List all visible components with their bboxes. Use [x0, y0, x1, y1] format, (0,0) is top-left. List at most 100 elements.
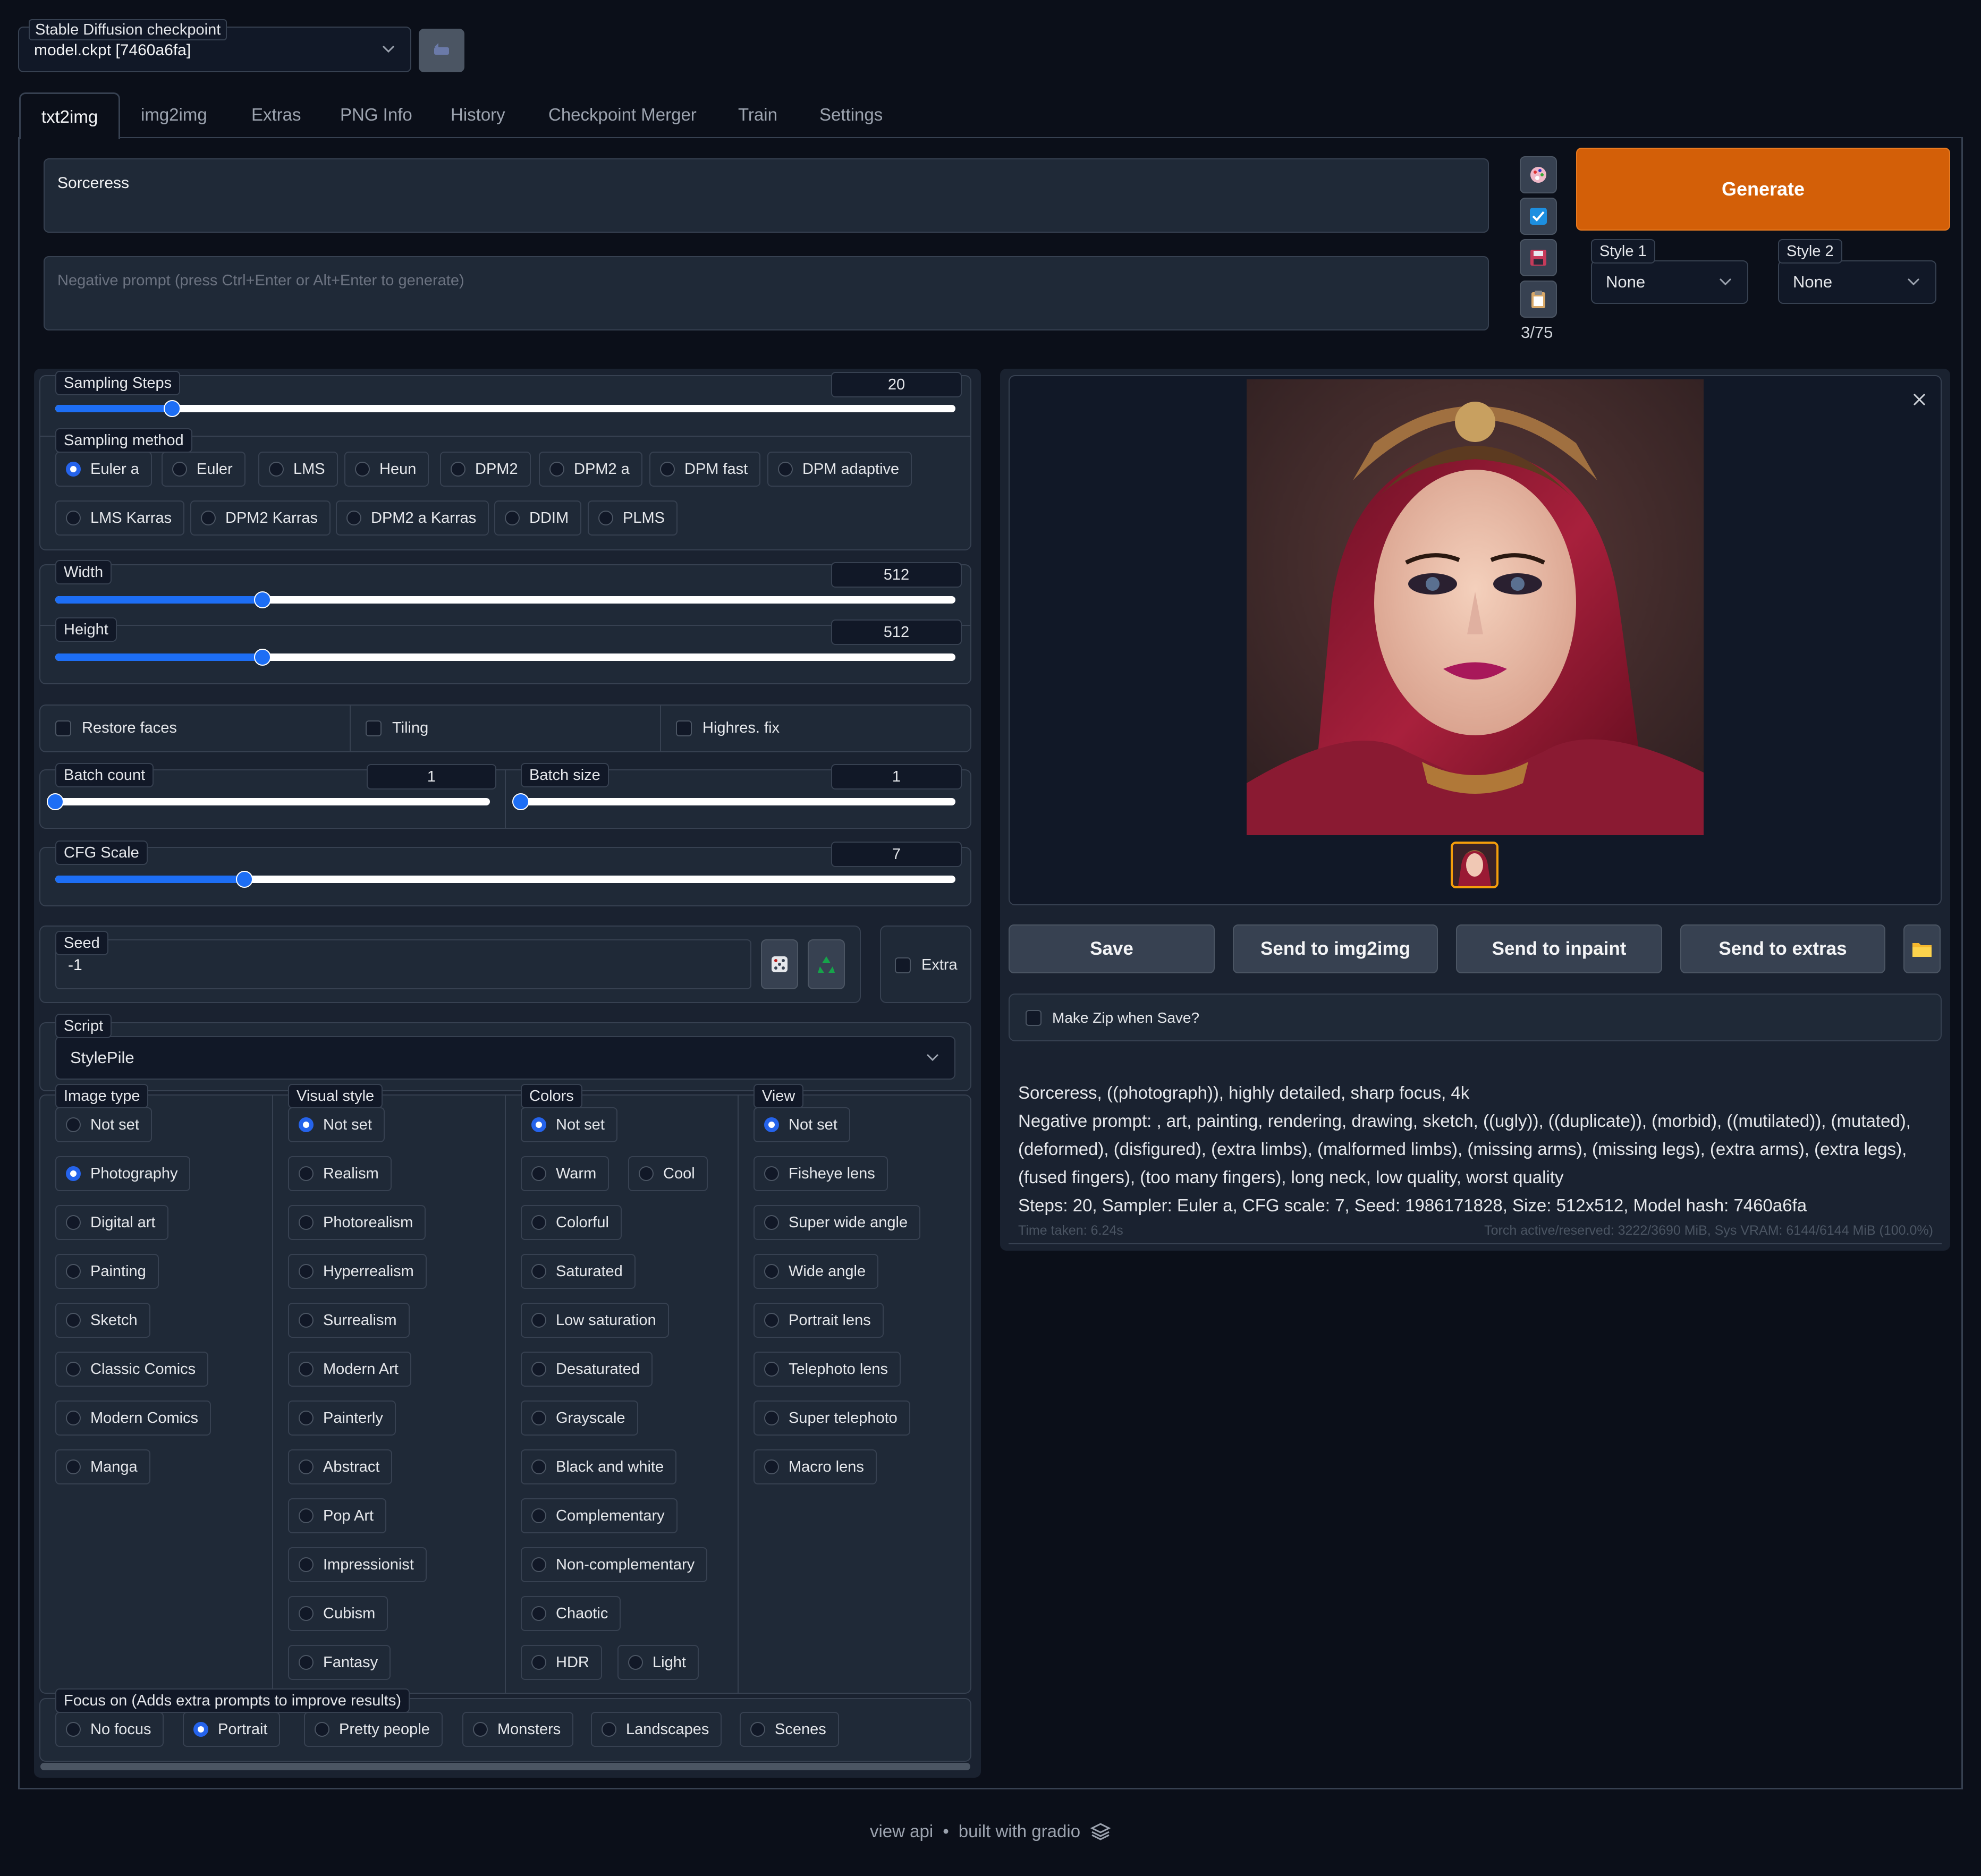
focus-pretty-people[interactable]: Pretty people — [304, 1712, 443, 1747]
colors-saturated[interactable]: Saturated — [521, 1254, 636, 1289]
open-folder-button[interactable] — [1903, 924, 1941, 973]
view-fisheye-lens[interactable]: Fisheye lens — [754, 1156, 888, 1191]
apply-style-button[interactable] — [1520, 198, 1557, 235]
save-style-button[interactable] — [1520, 239, 1557, 276]
view-portrait-lens[interactable]: Portrait lens — [754, 1303, 884, 1338]
visual-style-fantasy[interactable]: Fantasy — [288, 1645, 391, 1680]
visual-style-impressionist[interactable]: Impressionist — [288, 1547, 427, 1582]
visual-style-surrealism[interactable]: Surrealism — [288, 1303, 410, 1338]
visual-style-realism[interactable]: Realism — [288, 1156, 392, 1191]
image-type-painting[interactable]: Painting — [55, 1254, 159, 1289]
view-api-link[interactable]: view api — [870, 1821, 933, 1841]
colors-light[interactable]: Light — [617, 1645, 699, 1680]
batch-count-input[interactable]: 1 — [367, 764, 496, 790]
radio-lms[interactable]: LMS — [258, 452, 338, 487]
radio-dpm2-a-karras[interactable]: DPM2 a Karras — [336, 500, 489, 536]
radio-dpm-fast[interactable]: DPM fast — [649, 452, 761, 487]
focus-monsters[interactable]: Monsters — [462, 1712, 574, 1747]
image-type-manga[interactable]: Manga — [55, 1449, 150, 1484]
cfg-scale-input[interactable]: 7 — [831, 842, 962, 867]
highres-fix-checkbox[interactable]: Highres. fix — [676, 719, 780, 737]
negative-prompt-input[interactable]: Negative prompt (press Ctrl+Enter or Alt… — [44, 256, 1489, 330]
style1-select[interactable]: None — [1591, 260, 1748, 304]
image-type-sketch[interactable]: Sketch — [55, 1303, 150, 1338]
focus-no-focus[interactable]: No focus — [55, 1712, 164, 1747]
batch-size-input[interactable]: 1 — [831, 764, 962, 790]
tab-checkpoint-merger[interactable]: Checkpoint Merger — [548, 91, 697, 138]
generate-button[interactable]: Generate — [1576, 148, 1950, 231]
restore-faces-checkbox[interactable]: Restore faces — [55, 719, 177, 737]
built-with-gradio-link[interactable]: built with gradio — [959, 1821, 1080, 1841]
sampling-steps-input[interactable]: 20 — [831, 372, 962, 397]
colors-non-complementary[interactable]: Non-complementary — [521, 1547, 708, 1582]
colors-chaotic[interactable]: Chaotic — [521, 1596, 621, 1631]
radio-dpm2[interactable]: DPM2 — [440, 452, 531, 487]
random-seed-button[interactable] — [761, 939, 798, 989]
send-to-extras-button[interactable]: Send to extras — [1680, 924, 1885, 973]
view-super-telephoto[interactable]: Super telephoto — [754, 1400, 910, 1436]
height-input[interactable]: 512 — [831, 619, 962, 645]
colors-black-and-white[interactable]: Black and white — [521, 1449, 677, 1484]
tiling-checkbox[interactable]: Tiling — [366, 719, 428, 737]
save-button[interactable]: Save — [1009, 924, 1215, 973]
radio-heun[interactable]: Heun — [344, 452, 429, 487]
colors-grayscale[interactable]: Grayscale — [521, 1400, 638, 1436]
interrogate-button[interactable] — [1520, 156, 1557, 193]
height-slider[interactable] — [55, 649, 955, 666]
visual-style-painterly[interactable]: Painterly — [288, 1400, 396, 1436]
radio-plms[interactable]: PLMS — [588, 500, 678, 536]
extra-seed-checkbox[interactable]: Extra — [895, 956, 958, 974]
close-icon[interactable] — [1912, 392, 1927, 407]
tab-train[interactable]: Train — [738, 91, 777, 138]
radio-lms-karras[interactable]: LMS Karras — [55, 500, 185, 536]
horizontal-scrollbar[interactable] — [40, 1763, 970, 1770]
batch-count-slider[interactable] — [47, 793, 490, 810]
refresh-checkpoint-button[interactable] — [419, 29, 464, 72]
view-telephoto-lens[interactable]: Telephoto lens — [754, 1352, 901, 1387]
tab-img2img[interactable]: img2img — [141, 91, 207, 138]
tab-txt2img[interactable]: txt2img — [19, 92, 120, 139]
gallery-thumbnail[interactable] — [1451, 842, 1499, 888]
view-super-wide-angle[interactable]: Super wide angle — [754, 1205, 921, 1240]
colors-warm[interactable]: Warm — [521, 1156, 609, 1191]
seed-input[interactable]: -1 — [55, 939, 751, 989]
prompt-input[interactable]: Sorceress — [44, 158, 1489, 233]
checkpoint-selector[interactable]: Stable Diffusion checkpoint model.ckpt [… — [18, 19, 411, 72]
image-type-photography[interactable]: Photography — [55, 1156, 191, 1191]
send-to-img2img-button[interactable]: Send to img2img — [1233, 924, 1438, 973]
radio-ddim[interactable]: DDIM — [494, 500, 582, 536]
colors-complementary[interactable]: Complementary — [521, 1498, 678, 1533]
image-type-not-set[interactable]: Not set — [55, 1107, 152, 1142]
style2-select[interactable]: None — [1778, 260, 1936, 304]
radio-dpm2-karras[interactable]: DPM2 Karras — [190, 500, 331, 536]
colors-low-saturation[interactable]: Low saturation — [521, 1303, 669, 1338]
radio-dpm2-a[interactable]: DPM2 a — [539, 452, 642, 487]
tab-settings[interactable]: Settings — [819, 91, 883, 138]
cfg-scale-slider[interactable] — [55, 871, 955, 888]
colors-not-set[interactable]: Not set — [521, 1107, 617, 1142]
generated-image[interactable] — [1247, 379, 1704, 835]
radio-euler-a[interactable]: Euler a — [55, 452, 152, 487]
visual-style-abstract[interactable]: Abstract — [288, 1449, 393, 1484]
tab-png-info[interactable]: PNG Info — [340, 91, 412, 138]
send-to-inpaint-button[interactable]: Send to inpaint — [1456, 924, 1662, 973]
visual-style-pop-art[interactable]: Pop Art — [288, 1498, 387, 1533]
reuse-seed-button[interactable] — [808, 939, 845, 989]
focus-portrait[interactable]: Portrait — [183, 1712, 281, 1747]
colors-cool[interactable]: Cool — [628, 1156, 708, 1191]
image-type-classic-comics[interactable]: Classic Comics — [55, 1352, 209, 1387]
colors-desaturated[interactable]: Desaturated — [521, 1352, 653, 1387]
script-select[interactable]: StylePile — [55, 1036, 955, 1080]
focus-landscapes[interactable]: Landscapes — [591, 1712, 722, 1747]
image-type-digital-art[interactable]: Digital art — [55, 1205, 168, 1240]
visual-style-photorealism[interactable]: Photorealism — [288, 1205, 426, 1240]
paste-button[interactable] — [1520, 281, 1557, 318]
view-wide-angle[interactable]: Wide angle — [754, 1254, 879, 1289]
colors-hdr[interactable]: HDR — [521, 1645, 602, 1680]
colors-colorful[interactable]: Colorful — [521, 1205, 622, 1240]
view-not-set[interactable]: Not set — [754, 1107, 850, 1142]
width-slider[interactable] — [55, 591, 955, 608]
visual-style-cubism[interactable]: Cubism — [288, 1596, 388, 1631]
visual-style-not-set[interactable]: Not set — [288, 1107, 385, 1142]
radio-euler[interactable]: Euler — [162, 452, 245, 487]
